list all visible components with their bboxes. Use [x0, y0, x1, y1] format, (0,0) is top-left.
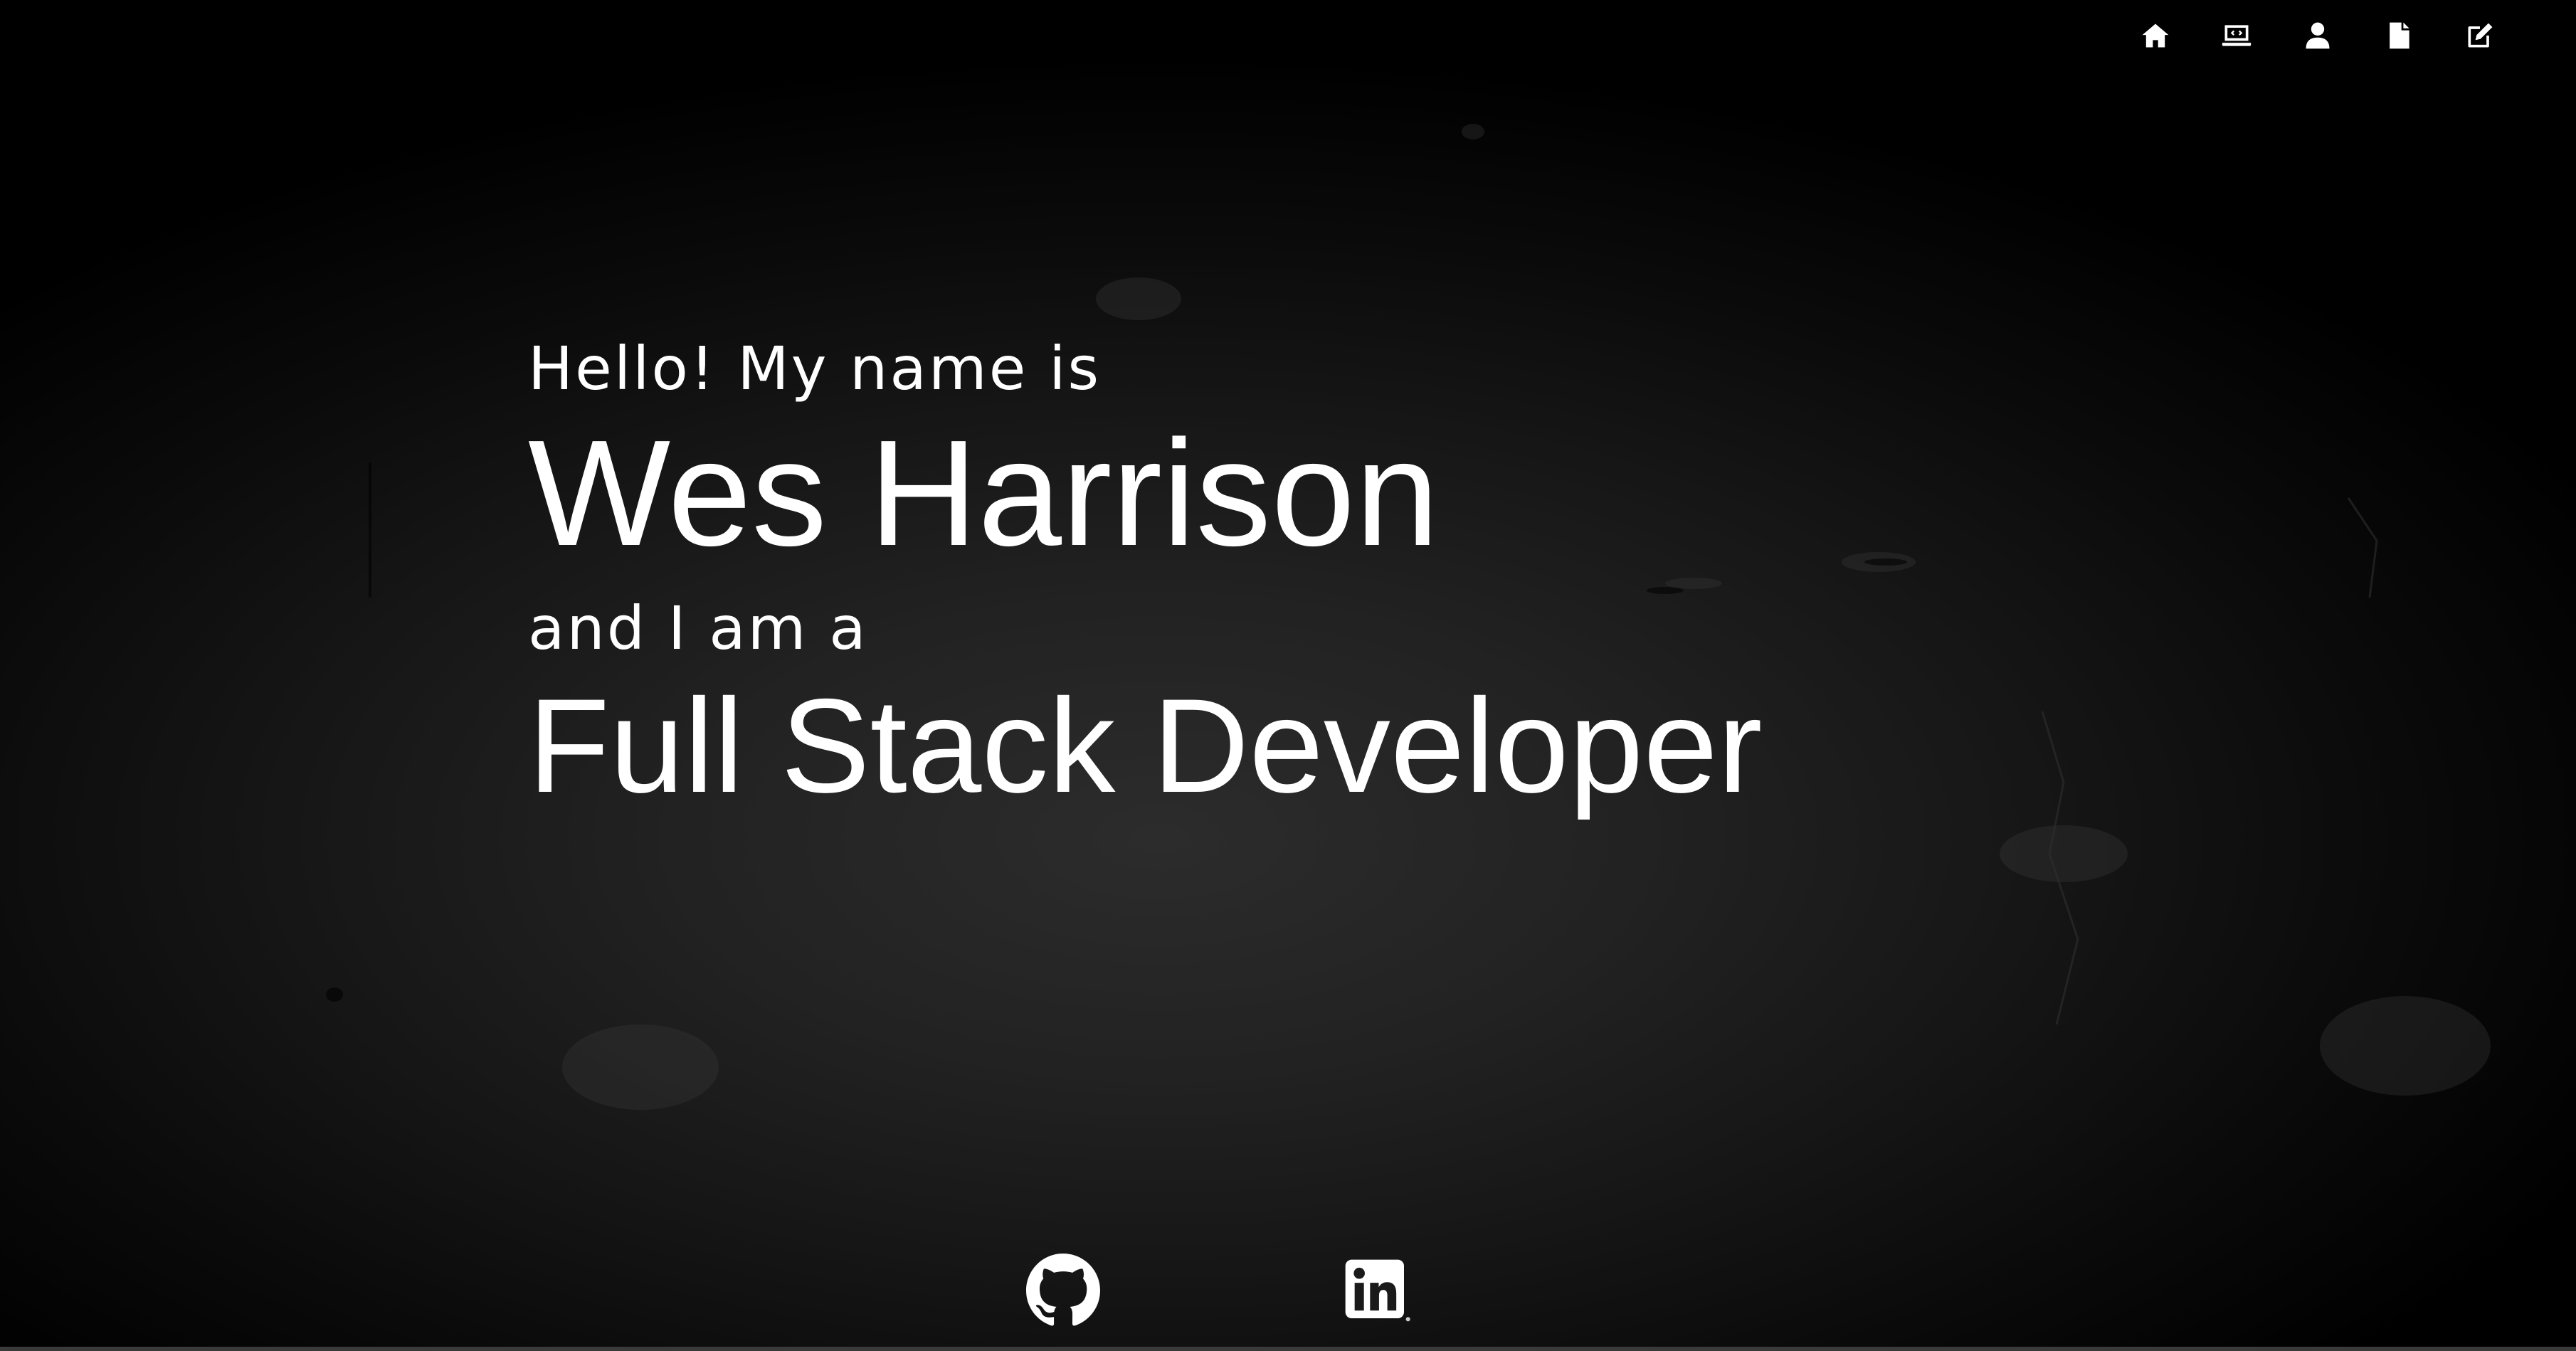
user-icon	[2306, 22, 2330, 49]
linkedin-link[interactable]	[1339, 1254, 1413, 1328]
linkedin-icon	[1345, 1259, 1410, 1322]
file-icon	[2390, 22, 2409, 49]
hero-name: Wes Harrison	[528, 408, 1440, 577]
hero: Hello! My name is Wes Harrison and I am …	[528, 333, 1763, 824]
nav-home[interactable]	[2115, 16, 2196, 55]
github-link[interactable]	[1026, 1254, 1100, 1328]
social-links	[1026, 1254, 1418, 1329]
nav-projects[interactable]	[2196, 16, 2277, 55]
hero-role: Full Stack Developer	[528, 671, 1763, 820]
home-icon	[2142, 23, 2169, 48]
top-nav	[2115, 16, 2520, 55]
laptop-code-icon	[2222, 25, 2252, 46]
nav-resume[interactable]	[2358, 16, 2439, 55]
nav-about[interactable]	[2277, 16, 2358, 55]
greeting-text: Hello! My name is	[528, 334, 1102, 403]
github-icon	[1026, 1254, 1100, 1326]
nav-contact[interactable]	[2439, 16, 2520, 55]
edit-icon	[2468, 23, 2493, 48]
page: Hello! My name is Wes Harrison and I am …	[0, 0, 2576, 1351]
intro-text: and I am a	[528, 593, 868, 663]
bottom-border	[0, 1347, 2576, 1351]
